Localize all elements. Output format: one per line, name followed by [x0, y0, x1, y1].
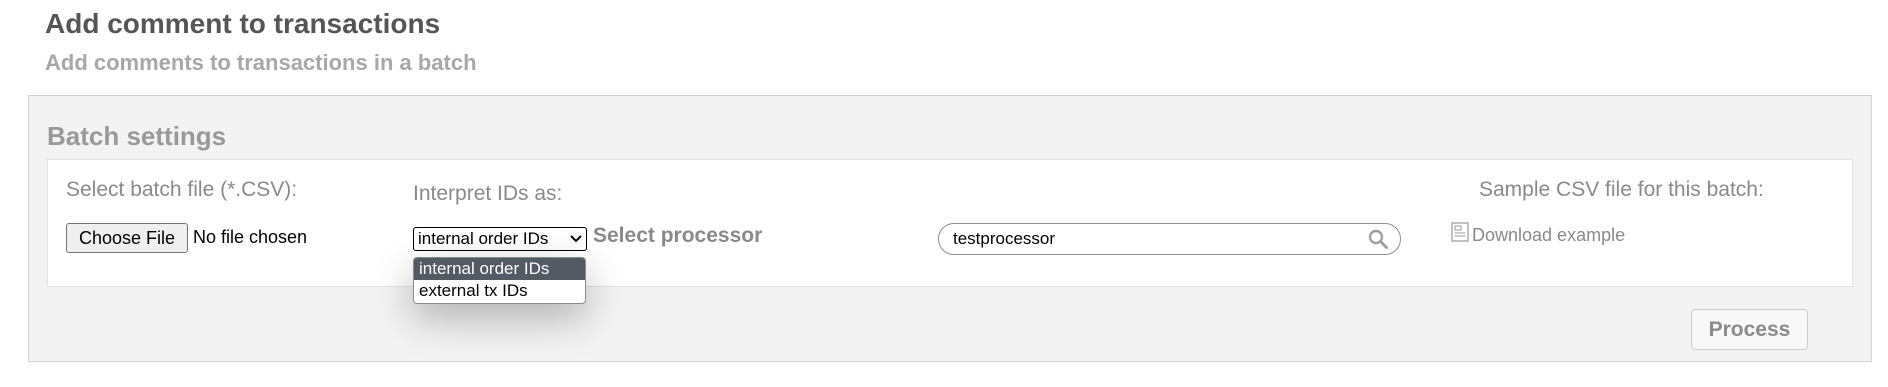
csv-file-icon — [1451, 222, 1469, 242]
select-processor-label: Select processor — [593, 224, 763, 247]
panel-title: Batch settings — [47, 121, 227, 151]
interpret-ids-select[interactable]: internal order IDs — [413, 227, 587, 251]
dropdown-option-internal-order-ids[interactable]: internal order IDs — [414, 258, 585, 280]
processor-search-field — [938, 223, 1401, 255]
page: Add comment to transactions Add comments… — [0, 0, 1888, 387]
chevron-down-icon — [570, 228, 582, 256]
process-button[interactable]: Process — [1691, 309, 1808, 350]
download-example-link[interactable]: Download example — [1472, 225, 1625, 246]
choose-file-button[interactable]: Choose File — [66, 223, 189, 253]
page-subtitle: Add comments to transactions in a batch — [45, 50, 477, 75]
page-title: Add comment to transactions — [45, 8, 441, 39]
processor-search-input[interactable] — [953, 228, 1353, 250]
batch-settings-form: Select batch file (*.CSV): Choose File N… — [47, 159, 1853, 287]
batch-file-label: Select batch file (*.CSV): — [66, 178, 298, 201]
sample-csv-label: Sample CSV file for this batch: — [1479, 178, 1764, 201]
search-icon[interactable] — [1368, 229, 1388, 249]
batch-settings-panel: Batch settings Select batch file (*.CSV)… — [28, 95, 1872, 362]
interpret-ids-selected-value: internal order IDs — [418, 229, 549, 248]
interpret-ids-label: Interpret IDs as: — [413, 182, 563, 205]
file-status: No file chosen — [193, 227, 308, 247]
interpret-ids-dropdown: internal order IDs external tx IDs — [413, 257, 586, 304]
dropdown-option-external-tx-ids[interactable]: external tx IDs — [414, 280, 585, 302]
